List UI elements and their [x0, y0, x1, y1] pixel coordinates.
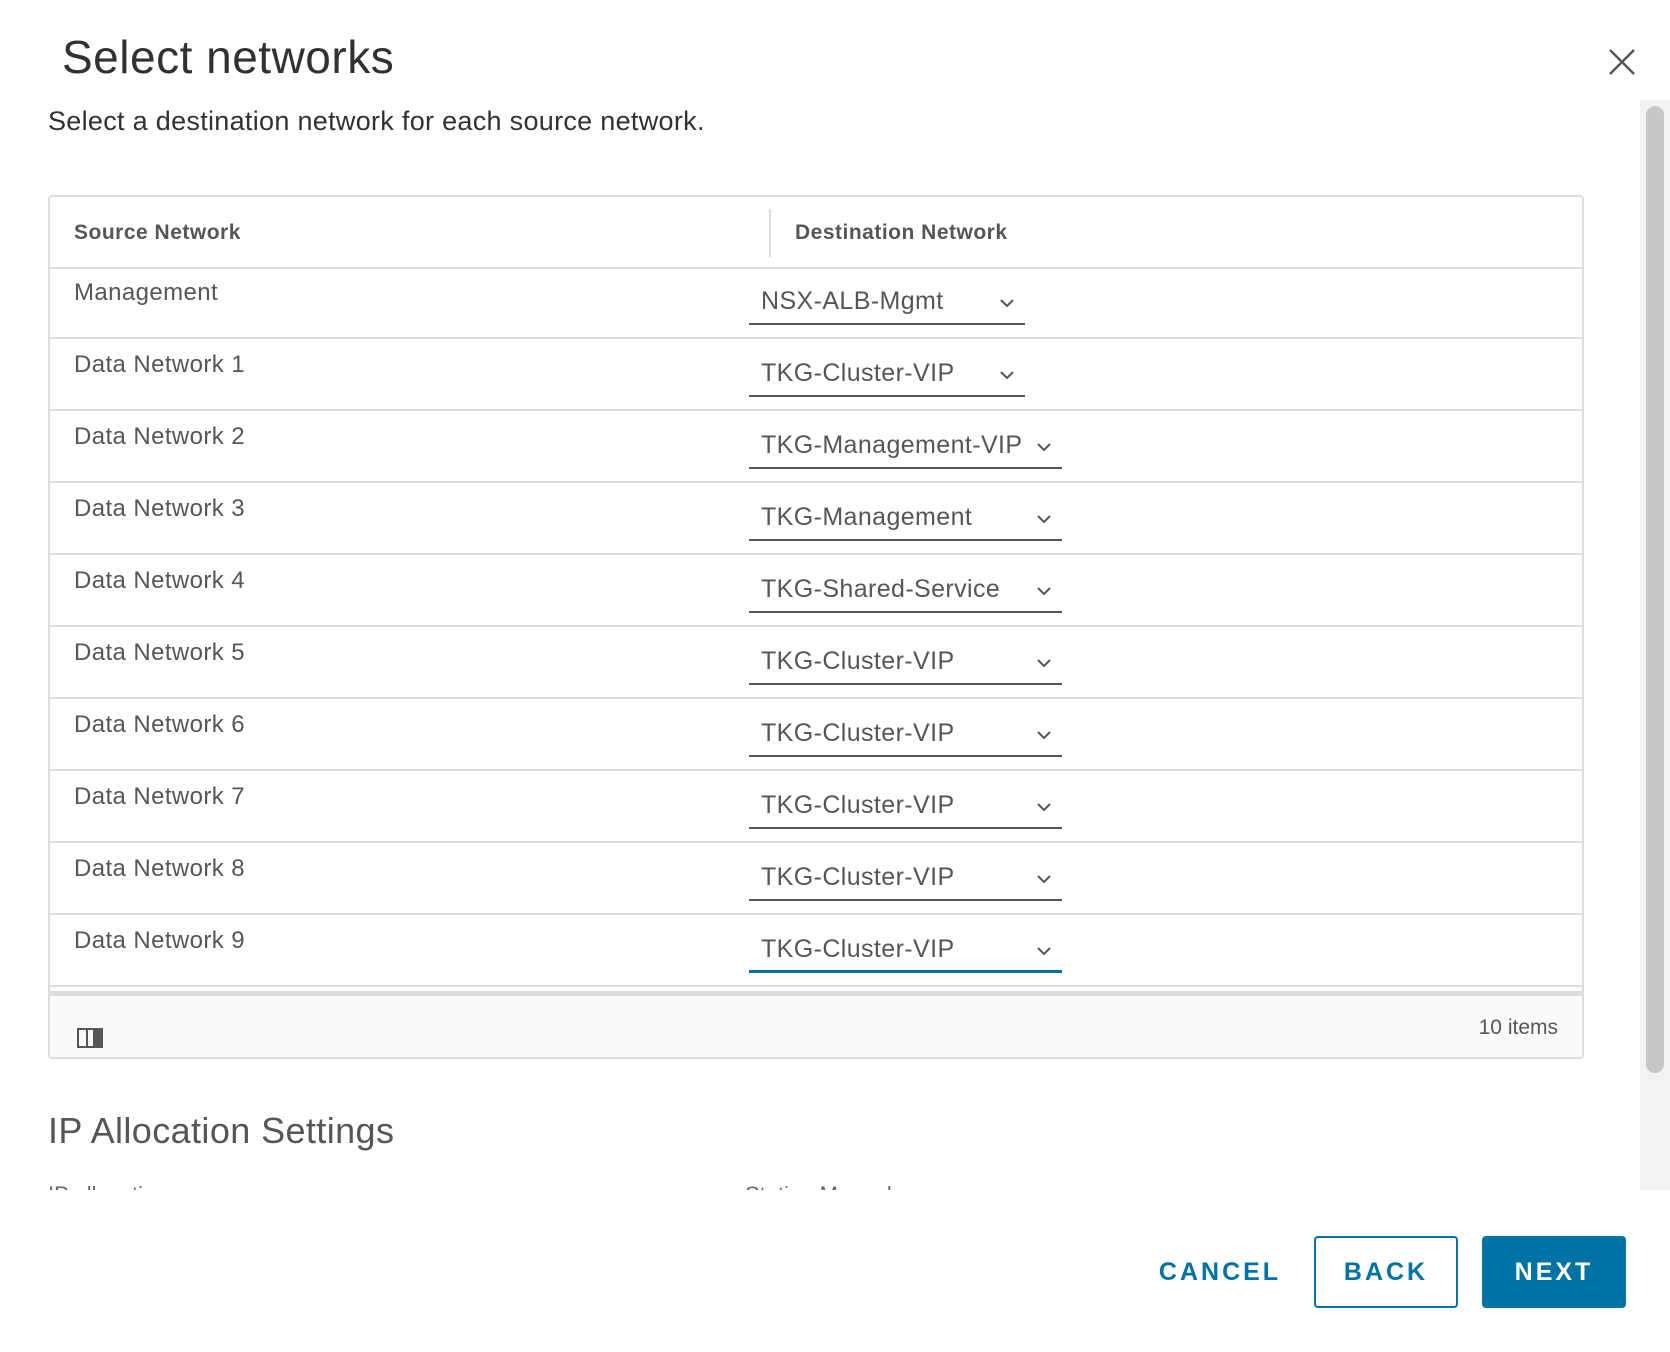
network-mapping-grid: Source Network Destination Network Manag… [48, 195, 1584, 1059]
source-network-cell: Data Network 8 [74, 855, 245, 882]
destination-network-value: TKG-Cluster-VIP [761, 719, 955, 747]
destination-network-value: TKG-Management-VIP [761, 431, 1023, 459]
ip-allocation-value: Static - Manual [745, 1182, 892, 1190]
destination-network-value: TKG-Shared-Service [761, 575, 1001, 603]
chevron-down-icon [1037, 875, 1051, 884]
source-network-cell: Data Network 7 [74, 783, 245, 810]
scrollbar[interactable] [1640, 100, 1670, 1190]
destination-network-value: NSX-ALB-Mgmt [761, 287, 944, 315]
grid-header: Source Network Destination Network [50, 197, 1582, 269]
chevron-down-icon [1037, 659, 1051, 668]
column-header-source: Source Network [74, 221, 241, 244]
cancel-button[interactable]: CANCEL [1145, 1236, 1295, 1308]
table-row: Data Network 2 TKG-Management-VIP [50, 411, 1582, 483]
destination-network-select[interactable]: TKG-Management [749, 497, 1062, 541]
table-row: Data Network 1 TKG-Cluster-VIP [50, 339, 1582, 411]
table-row: Data Network 4 TKG-Shared-Service [50, 555, 1582, 627]
table-row: Data Network 9 TKG-Cluster-VIP [50, 915, 1582, 987]
item-count: 10 items [1478, 1016, 1558, 1039]
chevron-down-icon [1000, 371, 1014, 380]
source-network-cell: Data Network 6 [74, 711, 245, 738]
column-separator[interactable] [769, 209, 771, 257]
destination-network-select[interactable]: TKG-Cluster-VIP [749, 929, 1062, 973]
source-network-cell: Data Network 5 [74, 639, 245, 666]
column-header-destination: Destination Network [795, 221, 1008, 244]
destination-network-value: TKG-Cluster-VIP [761, 935, 955, 963]
chevron-down-icon [1037, 587, 1051, 596]
table-row: Data Network 6 TKG-Cluster-VIP [50, 699, 1582, 771]
chevron-down-icon [1037, 803, 1051, 812]
close-button[interactable] [1604, 44, 1640, 80]
destination-network-select[interactable]: TKG-Cluster-VIP [749, 353, 1025, 397]
table-row: Data Network 7 TKG-Cluster-VIP [50, 771, 1582, 843]
destination-network-value: TKG-Management [761, 503, 973, 531]
ip-allocation-title: IP Allocation Settings [48, 1110, 395, 1151]
table-row: Management NSX-ALB-Mgmt [50, 267, 1582, 339]
chevron-down-icon [1037, 731, 1051, 740]
source-network-cell: Data Network 9 [74, 927, 245, 954]
back-button[interactable]: BACK [1314, 1236, 1458, 1308]
dialog-description: Select a destination network for each so… [48, 106, 705, 136]
destination-network-select[interactable]: TKG-Management-VIP [749, 425, 1062, 469]
select-networks-dialog: Select networks Select a destination net… [0, 0, 1670, 1352]
table-row: Data Network 5 TKG-Cluster-VIP [50, 627, 1582, 699]
source-network-cell: Data Network 4 [74, 567, 245, 594]
destination-network-select[interactable]: TKG-Shared-Service [749, 569, 1062, 613]
ip-allocation-label: IP allocation [48, 1182, 167, 1190]
next-button[interactable]: NEXT [1482, 1236, 1626, 1308]
source-network-cell: Management [74, 279, 219, 306]
destination-network-value: TKG-Cluster-VIP [761, 359, 955, 387]
source-network-cell: Data Network 3 [74, 495, 245, 522]
chevron-down-icon [1037, 947, 1051, 956]
table-row: Data Network 3 TKG-Management [50, 483, 1582, 555]
source-network-cell: Data Network 2 [74, 423, 245, 450]
grid-footer: 10 items [50, 991, 1582, 1057]
dialog-title: Select networks [62, 31, 395, 83]
destination-network-select[interactable]: NSX-ALB-Mgmt [749, 281, 1025, 325]
chevron-down-icon [1000, 299, 1014, 308]
dialog-body: Select a destination network for each so… [0, 100, 1640, 1190]
destination-network-select[interactable]: TKG-Cluster-VIP [749, 785, 1062, 829]
chevron-down-icon [1037, 443, 1051, 452]
scrollbar-thumb[interactable] [1646, 106, 1664, 1073]
column-toggle-icon[interactable] [76, 1026, 104, 1050]
source-network-cell: Data Network 1 [74, 351, 245, 378]
close-icon [1609, 49, 1635, 75]
destination-network-value: TKG-Cluster-VIP [761, 791, 955, 819]
destination-network-value: TKG-Cluster-VIP [761, 863, 955, 891]
destination-network-select[interactable]: TKG-Cluster-VIP [749, 713, 1062, 757]
table-row: Data Network 8 TKG-Cluster-VIP [50, 843, 1582, 915]
destination-network-select[interactable]: TKG-Cluster-VIP [749, 857, 1062, 901]
destination-network-select[interactable]: TKG-Cluster-VIP [749, 641, 1062, 685]
chevron-down-icon [1037, 515, 1051, 524]
destination-network-value: TKG-Cluster-VIP [761, 647, 955, 675]
